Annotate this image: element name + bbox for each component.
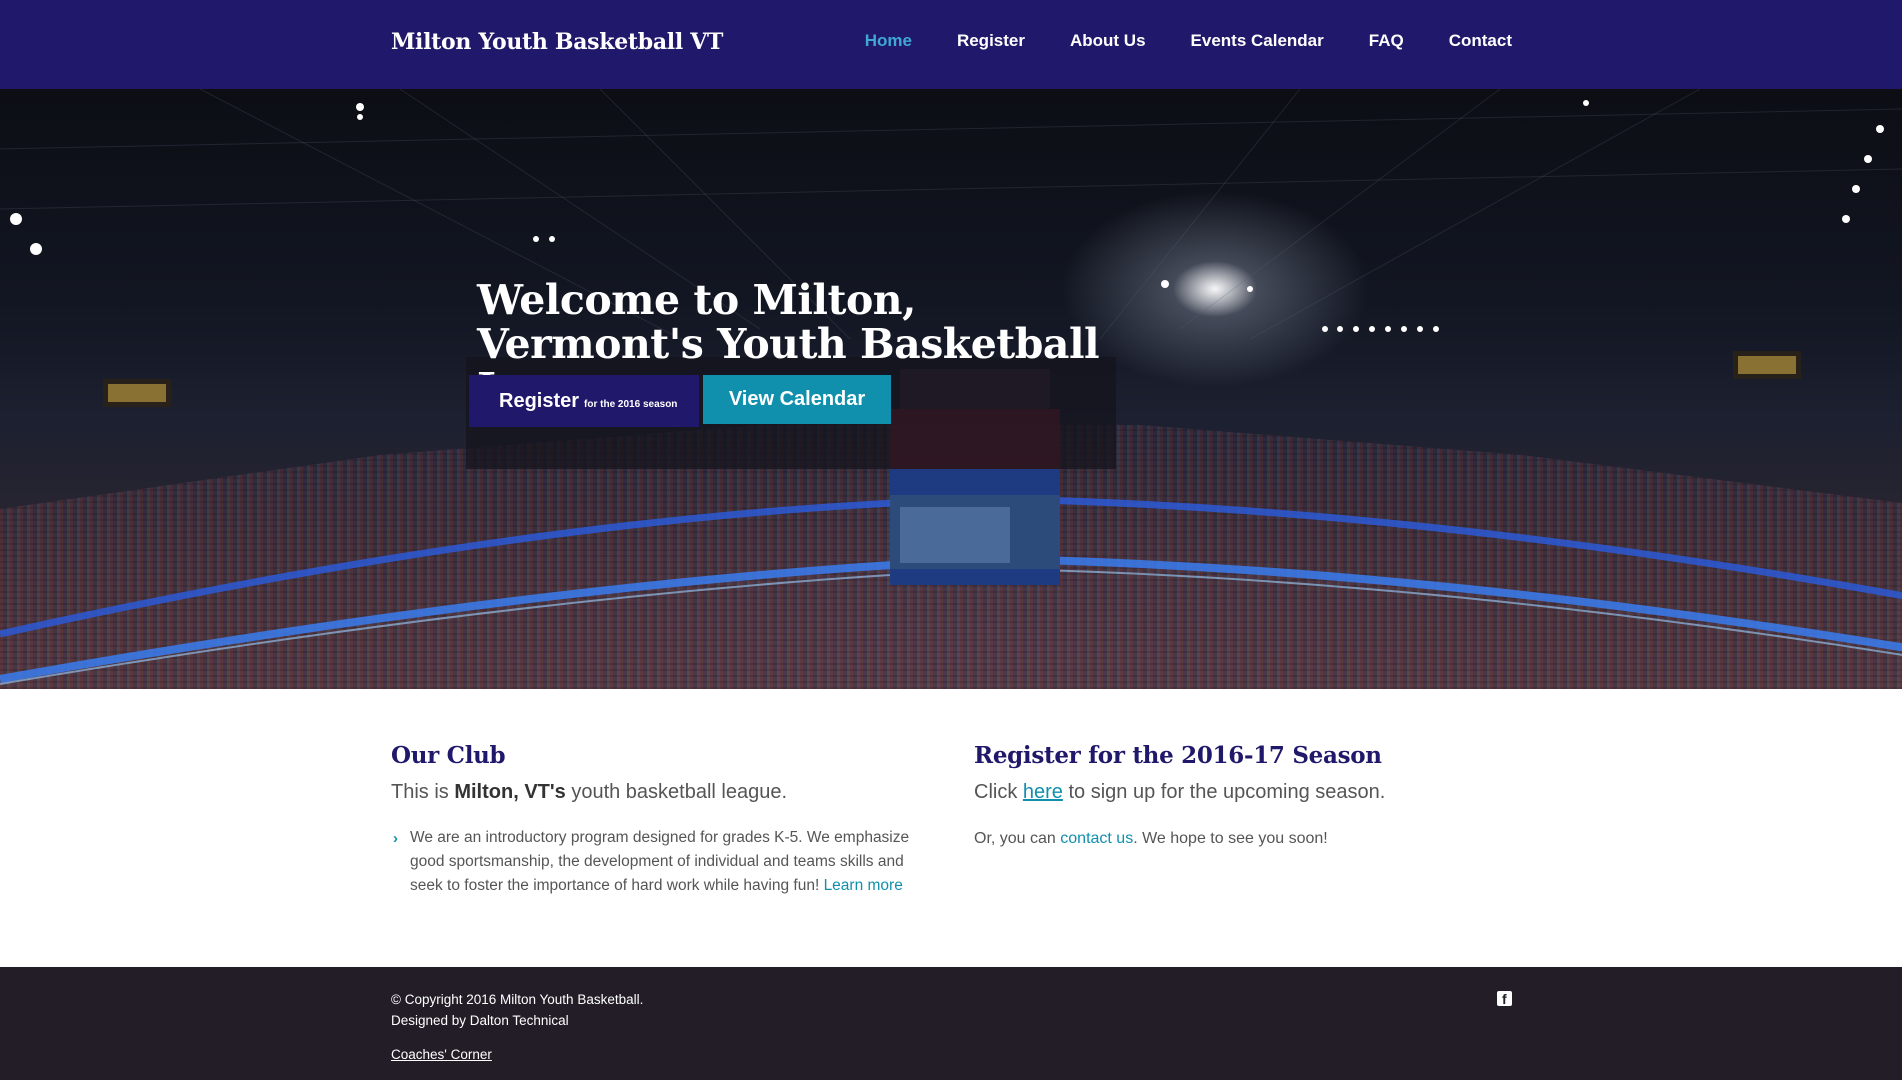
- nav-register[interactable]: Register: [957, 31, 1025, 51]
- main-nav: Home Register About Us Events Calendar F…: [865, 31, 1512, 51]
- site-header: Milton Youth Basketball VT Home Register…: [0, 0, 1902, 89]
- nav-contact[interactable]: Contact: [1449, 31, 1512, 51]
- chevron-right-icon: ›: [393, 830, 398, 847]
- lead-text: to sign up for the upcoming season.: [1062, 781, 1386, 803]
- coaches-corner-link[interactable]: Coaches' Corner: [391, 1047, 492, 1062]
- contact-us-link[interactable]: contact us: [1060, 830, 1133, 847]
- lead-text: Click: [974, 781, 1023, 803]
- facebook-icon[interactable]: f: [1497, 991, 1512, 1007]
- learn-more-link[interactable]: Learn more: [824, 877, 903, 894]
- site-brand[interactable]: Milton Youth Basketball VT: [391, 29, 723, 55]
- lead-bold-text: Milton, VT's: [454, 781, 566, 803]
- our-club-lead: This is Milton, VT's youth basketball le…: [391, 781, 921, 804]
- register-here-link[interactable]: here: [1023, 781, 1063, 803]
- nav-faq[interactable]: FAQ: [1369, 31, 1404, 51]
- register-secondary: Or, you can contact us. We hope to see y…: [974, 830, 1534, 848]
- register-button[interactable]: Register for the 2016 season: [469, 375, 699, 427]
- copyright-text: © Copyright 2016 Milton Youth Basketball…: [391, 992, 644, 1007]
- secondary-text: Or, you can: [974, 830, 1061, 847]
- register-button-sublabel: for the 2016 season: [584, 398, 678, 410]
- footer-credits: © Copyright 2016 Milton Youth Basketball…: [391, 989, 643, 1031]
- view-calendar-button[interactable]: View Calendar: [703, 375, 891, 424]
- nav-about-us[interactable]: About Us: [1070, 31, 1146, 51]
- club-description: › We are an introductory program designe…: [391, 826, 921, 898]
- secondary-text: . We hope to see you soon!: [1133, 830, 1328, 847]
- nav-home[interactable]: Home: [865, 31, 912, 51]
- register-lead: Click here to sign up for the upcoming s…: [974, 781, 1534, 804]
- register-button-label: Register: [499, 389, 580, 412]
- nav-events-calendar[interactable]: Events Calendar: [1191, 31, 1324, 51]
- lead-text: This is: [391, 781, 455, 803]
- lead-text: youth basketball league.: [565, 781, 788, 803]
- designed-by-text: Designed by Dalton Technical: [391, 1013, 569, 1028]
- register-section: Register for the 2016-17 Season Click he…: [974, 742, 1534, 848]
- site-footer: © Copyright 2016 Milton Youth Basketball…: [0, 967, 1902, 1080]
- register-section-title: Register for the 2016-17 Season: [974, 742, 1382, 769]
- our-club-section: Our Club This is Milton, VT's youth bask…: [391, 742, 921, 898]
- our-club-title: Our Club: [391, 742, 506, 769]
